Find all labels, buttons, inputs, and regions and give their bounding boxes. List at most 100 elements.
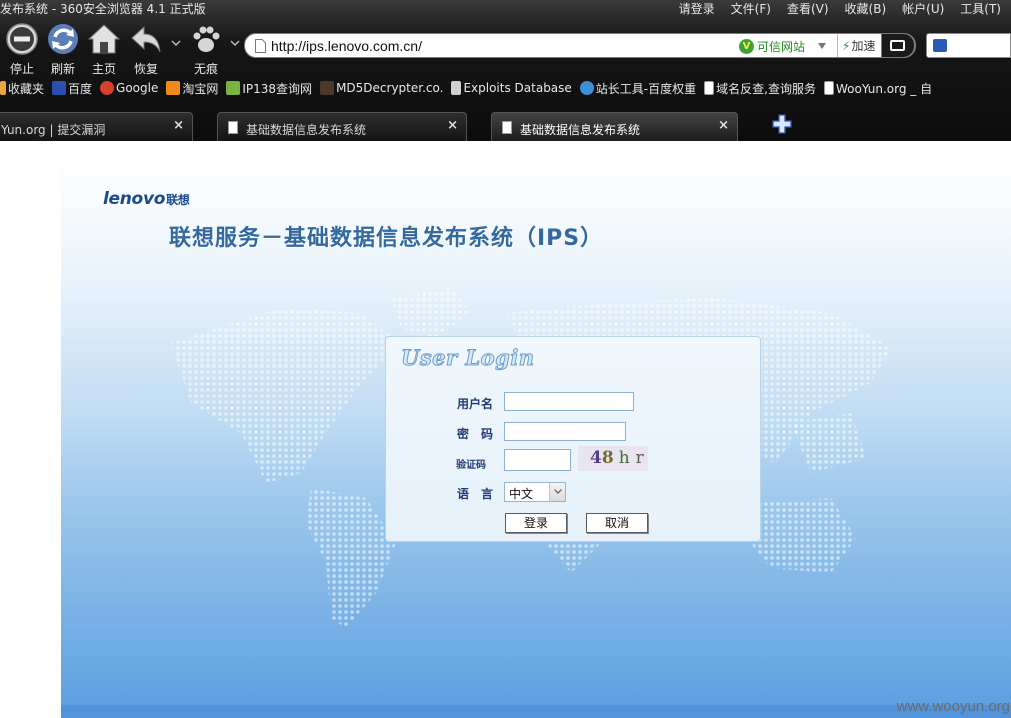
page-icon bbox=[502, 121, 512, 134]
cancel-button[interactable]: 取消 bbox=[586, 513, 648, 533]
page-icon bbox=[823, 81, 834, 95]
chevron-down-icon[interactable] bbox=[171, 38, 181, 48]
accelerate-label: 加速 bbox=[851, 39, 876, 53]
bookmark-label: Google bbox=[116, 81, 159, 95]
exploit-db-icon bbox=[451, 81, 462, 95]
window-title: 发布系统 - 360安全浏览器 4.1 正式版 bbox=[0, 2, 206, 16]
password-input[interactable] bbox=[504, 422, 626, 441]
close-icon[interactable]: × bbox=[447, 118, 458, 133]
bookmark-wooyun[interactable]: WooYun.org _ 自 bbox=[823, 80, 933, 97]
restore-label: 恢复 bbox=[133, 62, 158, 76]
refresh-label: 刷新 bbox=[50, 62, 75, 76]
taobao-icon bbox=[166, 81, 181, 95]
tab-ips-active[interactable]: 基础数据信息发布系统 × bbox=[491, 112, 738, 141]
bookmark-label: Exploits Database bbox=[463, 81, 572, 95]
captcha-char: r bbox=[635, 448, 644, 468]
bookmark-ip138[interactable]: IP138查询网 bbox=[226, 80, 312, 97]
browser-menu: 请登录 文件(F) 查看(V) 收藏(B) 帐户(U) 工具(T) bbox=[679, 0, 1001, 17]
lightning-icon: ⚡ bbox=[842, 38, 851, 53]
page-icon bbox=[228, 121, 238, 134]
refresh-button[interactable]: 刷新 bbox=[43, 22, 83, 77]
menu-tools[interactable]: 工具(T) bbox=[960, 0, 1001, 17]
menu-account[interactable]: 帐户(U) bbox=[902, 0, 944, 17]
username-label: 用户名 bbox=[457, 397, 494, 411]
home-button[interactable]: 主页 bbox=[84, 22, 124, 77]
google-icon bbox=[100, 81, 115, 95]
verified-icon: V bbox=[739, 38, 754, 54]
bookmark-label: 收藏夹 bbox=[8, 81, 45, 96]
language-select[interactable]: 中文 bbox=[504, 482, 566, 502]
bookmark-favorites[interactable]: 收藏夹 bbox=[0, 80, 44, 97]
footer-strip bbox=[61, 705, 1011, 718]
search-box[interactable] bbox=[926, 33, 1011, 58]
bookmark-exploits-db[interactable]: Exploits Database bbox=[451, 81, 572, 95]
password-label: 密 码 bbox=[457, 427, 494, 441]
menu-favorites[interactable]: 收藏(B) bbox=[845, 0, 887, 17]
restore-button[interactable]: 恢复 bbox=[126, 22, 166, 77]
select-arrow[interactable] bbox=[549, 483, 565, 501]
bookmark-google[interactable]: Google bbox=[100, 81, 158, 95]
page-icon bbox=[704, 81, 715, 95]
captcha-char: h bbox=[618, 448, 630, 468]
menu-view[interactable]: 查看(V) bbox=[787, 0, 829, 17]
bookmark-label: 百度 bbox=[68, 81, 93, 96]
url-text[interactable]: http://ips.lenovo.com.cn/ bbox=[271, 38, 422, 54]
stop-button[interactable]: 停止 bbox=[2, 22, 42, 77]
tab-ips-1[interactable]: 基础数据信息发布系统 × bbox=[217, 112, 467, 141]
baidu-paw-icon bbox=[52, 81, 67, 95]
captcha-char: 8 bbox=[601, 448, 614, 468]
bookmark-taobao[interactable]: 淘宝网 bbox=[166, 80, 218, 97]
bookmark-baidu[interactable]: 百度 bbox=[52, 80, 92, 97]
captcha-input[interactable] bbox=[504, 449, 571, 471]
bookmark-label: WooYun.org _ 自 bbox=[835, 81, 933, 96]
bookmarks-bar: 收藏夹 百度 Google 淘宝网 IP138查询网 MD5Decrypter.… bbox=[0, 78, 940, 98]
bookmark-label: 域名反查,查询服务 bbox=[716, 81, 816, 96]
refresh-icon bbox=[48, 24, 78, 54]
bookmark-md5decrypter[interactable]: MD5Decrypter.co. bbox=[320, 81, 443, 95]
accelerate-button[interactable]: ⚡ 加速 bbox=[837, 34, 875, 57]
browser-chrome: 发布系统 - 360安全浏览器 4.1 正式版 请登录 文件(F) 查看(V) … bbox=[0, 0, 1011, 141]
page-icon bbox=[255, 39, 266, 53]
username-input[interactable] bbox=[504, 392, 634, 411]
tab-strip: Yun.org | 提交漏洞 × 基础数据信息发布系统 × 基础数据信息发布系统… bbox=[0, 110, 1011, 141]
language-value: 中文 bbox=[509, 487, 534, 501]
title-bar: 发布系统 - 360安全浏览器 4.1 正式版 请登录 文件(F) 查看(V) … bbox=[0, 0, 1011, 16]
lenovo-logo: lenovo联想 bbox=[103, 189, 190, 209]
login-button[interactable]: 登录 bbox=[505, 513, 567, 533]
home-label: 主页 bbox=[91, 62, 116, 76]
menu-file[interactable]: 文件(F) bbox=[731, 0, 771, 17]
tab-title: 基础数据信息发布系统 bbox=[520, 123, 641, 137]
stop-icon bbox=[6, 23, 38, 55]
paw-icon bbox=[193, 26, 220, 52]
md5-icon bbox=[320, 81, 335, 95]
captcha-image[interactable]: 48 h r bbox=[578, 446, 648, 471]
tools-icon bbox=[226, 81, 241, 95]
tab-wooyun[interactable]: Yun.org | 提交漏洞 × bbox=[0, 112, 193, 141]
close-icon[interactable]: × bbox=[173, 118, 184, 133]
search-engine-icon bbox=[933, 39, 947, 52]
fullscreen-button[interactable] bbox=[881, 33, 915, 58]
new-tab-plus-icon[interactable] bbox=[772, 114, 792, 134]
incognito-button[interactable]: 无痕 bbox=[186, 22, 226, 77]
bookmark-chinaz[interactable]: 站长工具-百度权重 bbox=[579, 80, 697, 97]
bookmark-label: IP138查询网 bbox=[242, 81, 313, 96]
login-heading: User Login bbox=[401, 345, 535, 371]
bookmark-label: 站长工具-百度权重 bbox=[595, 81, 697, 96]
watermark: www.wooyun.org bbox=[896, 698, 1010, 715]
menu-login[interactable]: 请登录 bbox=[679, 0, 715, 17]
login-banner: lenovo联想 联想服务－基础数据信息发布系统（IPS） User Login… bbox=[61, 158, 1011, 718]
home-icon bbox=[87, 24, 121, 54]
chevron-down-icon bbox=[554, 489, 562, 494]
tab-title: 基础数据信息发布系统 bbox=[246, 123, 367, 137]
incognito-label: 无痕 bbox=[193, 62, 218, 76]
trusted-site-badge[interactable]: V 可信网站 bbox=[739, 37, 805, 55]
close-icon[interactable]: × bbox=[718, 118, 729, 133]
bookmark-domain-lookup[interactable]: 域名反查,查询服务 bbox=[704, 80, 816, 97]
login-form: User Login 用户名 密 码 验证码 48 h r 语 言 中文 登录 取消 bbox=[385, 336, 761, 542]
chevron-down-icon[interactable] bbox=[818, 43, 826, 49]
lenovo-chinese-mark: 联想 bbox=[166, 193, 190, 207]
address-bar[interactable]: http://ips.lenovo.com.cn/ V 可信网站 ⚡ 加速 bbox=[244, 33, 916, 58]
undo-arrow-icon bbox=[131, 25, 161, 53]
chevron-down-icon[interactable] bbox=[230, 38, 240, 48]
captcha-label: 验证码 bbox=[456, 460, 486, 471]
